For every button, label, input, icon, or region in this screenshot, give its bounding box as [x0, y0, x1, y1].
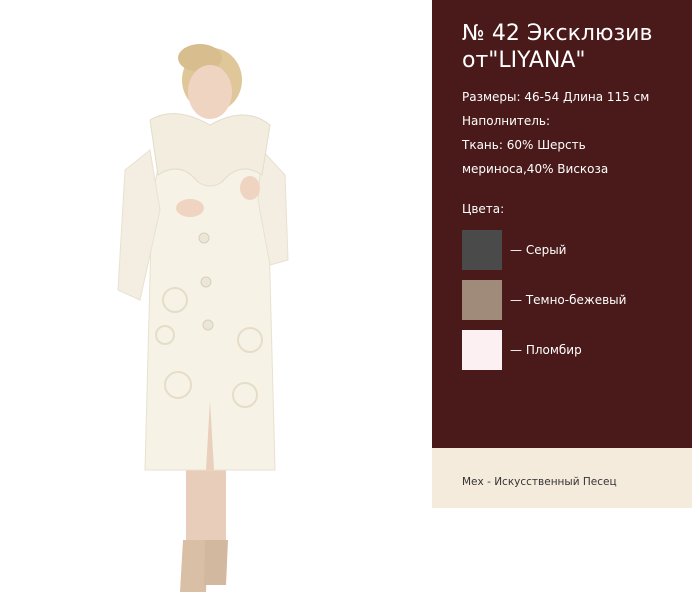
fur-note: Мех - Искусственный Песец	[462, 476, 617, 488]
spec-filler: Наполнитель:	[462, 114, 551, 128]
color-option-dark-beige[interactable]: — Темно-бежевый	[462, 280, 626, 320]
spec-sizes: Размеры: 46-54 Длина 115 см	[462, 90, 650, 104]
product-title: № 42 Эксклюзив от"LIYANA"	[462, 21, 653, 73]
color-name: — Серый	[510, 243, 567, 257]
colors-label: Цвета:	[462, 202, 505, 216]
spec-fabric: Ткань: 60% Шерсть	[462, 138, 586, 152]
color-option-plombir[interactable]: — Пломбир	[462, 330, 582, 370]
color-swatch[interactable]	[462, 330, 502, 370]
product-info-panel: № 42 Эксклюзив от"LIYANA" Размеры: 46-54…	[432, 0, 692, 448]
fur-note-footer: Мех - Искусственный Песец	[432, 448, 692, 508]
color-name: — Темно-бежевый	[510, 293, 627, 307]
product-photo	[0, 0, 432, 592]
color-option-grey[interactable]: — Серый	[462, 230, 566, 270]
color-name: — Пломбир	[510, 343, 582, 357]
model-in-white-coat-photo	[117, 44, 289, 592]
color-swatch[interactable]	[462, 230, 502, 270]
spec-fabric-cont: мериноса,40% Вискоза	[462, 162, 609, 176]
color-swatch[interactable]	[462, 280, 502, 320]
